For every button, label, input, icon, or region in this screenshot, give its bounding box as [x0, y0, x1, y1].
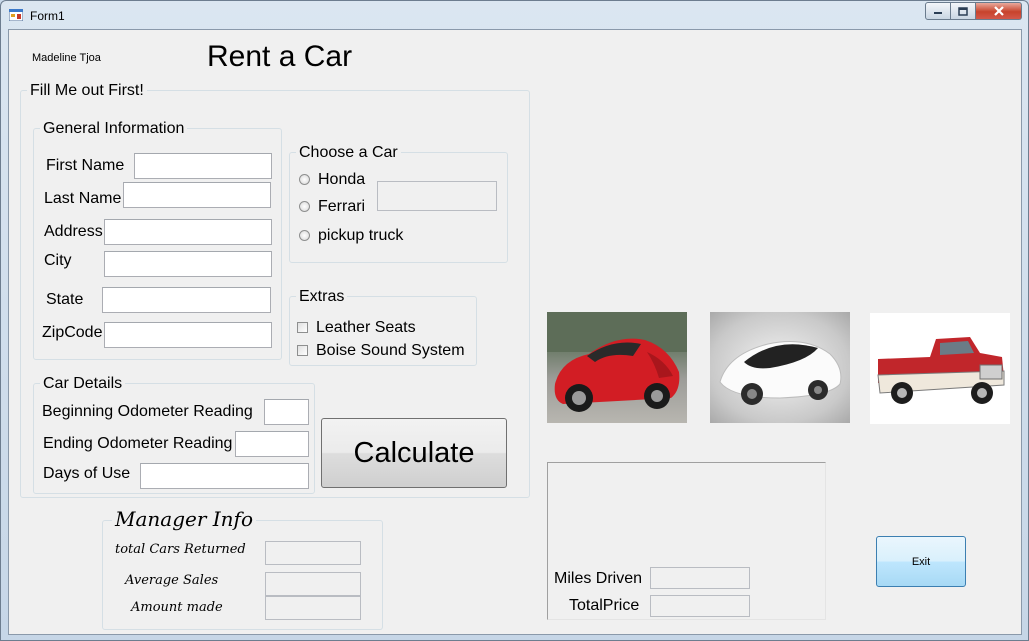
address-label: Address [44, 223, 103, 240]
first-name-label: First Name [46, 157, 125, 174]
ending-odometer-label: Ending Odometer Reading [43, 435, 233, 452]
total-cars-returned-label: total Cars Returned [115, 542, 246, 557]
exit-button[interactable]: Exit [876, 536, 966, 587]
amount-made-field [265, 596, 361, 620]
window-title: Form1 [30, 9, 65, 23]
manager-info-title: Manager Info [112, 507, 256, 531]
fill-me-out-title: Fill Me out First! [27, 82, 147, 100]
concept-car-picture [710, 312, 850, 423]
city-field[interactable] [104, 251, 272, 277]
author-label: Madeline Tjoa [32, 52, 101, 64]
pickup-truck-radio[interactable] [299, 230, 310, 241]
state-field[interactable] [102, 287, 271, 313]
concept-car-image [719, 341, 842, 405]
general-info-title: General Information [40, 120, 188, 138]
miles-driven-field [650, 567, 750, 589]
last-name-label: Last Name [44, 190, 122, 207]
sound-system-checkbox[interactable] [297, 345, 308, 356]
leather-seats-label[interactable]: Leather Seats [316, 319, 416, 337]
close-button[interactable] [976, 2, 1022, 20]
average-sales-label: Average Sales [125, 573, 219, 588]
city-label: City [44, 252, 72, 269]
minimize-icon [934, 12, 942, 14]
ferrari-picture [547, 312, 687, 423]
minimize-button[interactable] [925, 2, 951, 20]
pickup-truck-radio-label[interactable]: pickup truck [318, 227, 403, 245]
ferrari-radio-label[interactable]: Ferrari [318, 198, 365, 216]
car-details-title: Car Details [40, 375, 126, 393]
honda-radio-label[interactable]: Honda [318, 171, 365, 189]
total-price-field [650, 595, 750, 617]
total-price-label: TotalPrice [569, 597, 640, 614]
ending-odometer-field[interactable] [235, 431, 309, 457]
maximize-button[interactable] [951, 2, 976, 20]
app-window: Form1 Madeline Tjoa Rent a Car Fill Me o… [0, 0, 1029, 641]
beginning-odometer-label: Beginning Odometer Reading [42, 403, 253, 420]
leather-seats-checkbox[interactable] [297, 322, 308, 333]
beginning-odometer-field[interactable] [264, 399, 309, 425]
sound-system-label[interactable]: Boise Sound System [316, 342, 465, 360]
page-title: Rent a Car [207, 40, 353, 73]
extras-title: Extras [296, 288, 348, 306]
car-choice-display [377, 181, 497, 211]
miles-driven-label: Miles Driven [554, 570, 643, 587]
amount-made-label: Amount made [131, 600, 223, 615]
state-label: State [46, 291, 84, 308]
average-sales-field [265, 572, 361, 596]
form-client-area: Madeline Tjoa Rent a Car Fill Me out Fir… [8, 29, 1022, 635]
days-of-use-field[interactable] [140, 463, 309, 489]
honda-radio[interactable] [299, 174, 310, 185]
total-cars-returned-field [265, 541, 361, 565]
zipcode-field[interactable] [104, 322, 272, 348]
maximize-icon [958, 6, 968, 16]
first-name-field[interactable] [134, 153, 272, 179]
last-name-field[interactable] [123, 182, 271, 208]
calculate-button[interactable]: Calculate [321, 418, 507, 488]
zipcode-label: ZipCode [42, 324, 103, 341]
pickup-truck-image [877, 337, 1005, 404]
pickup-truck-picture [870, 313, 1010, 424]
choose-car-title: Choose a Car [296, 144, 401, 162]
title-bar[interactable]: Form1 [1, 1, 1028, 29]
ferrari-image [547, 312, 687, 412]
ferrari-radio[interactable] [299, 201, 310, 212]
address-field[interactable] [104, 219, 272, 245]
days-of-use-label: Days of Use [43, 465, 131, 482]
window-controls [925, 2, 1022, 20]
form-app-icon [9, 9, 23, 21]
close-icon [993, 6, 1004, 16]
